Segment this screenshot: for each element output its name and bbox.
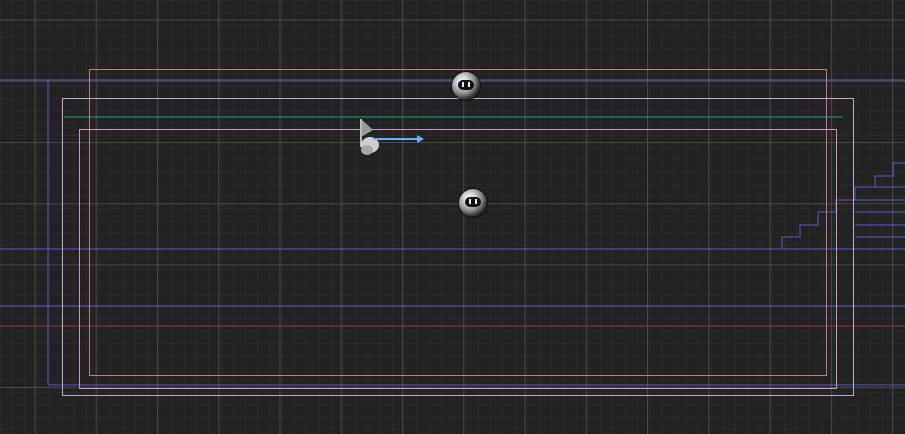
major-grid [0,0,905,434]
middle-frame[interactable] [62,98,854,396]
scene-viewport[interactable] [0,0,905,434]
staircase-guides [781,162,905,248]
player-start-flag-icon[interactable] [355,117,425,159]
inner-frame[interactable] [79,129,837,389]
outer-frame[interactable] [89,69,827,376]
orb-sprite-icon[interactable] [459,189,487,217]
blue-guides [0,79,905,386]
orb-sprite-icon[interactable] [452,72,480,100]
